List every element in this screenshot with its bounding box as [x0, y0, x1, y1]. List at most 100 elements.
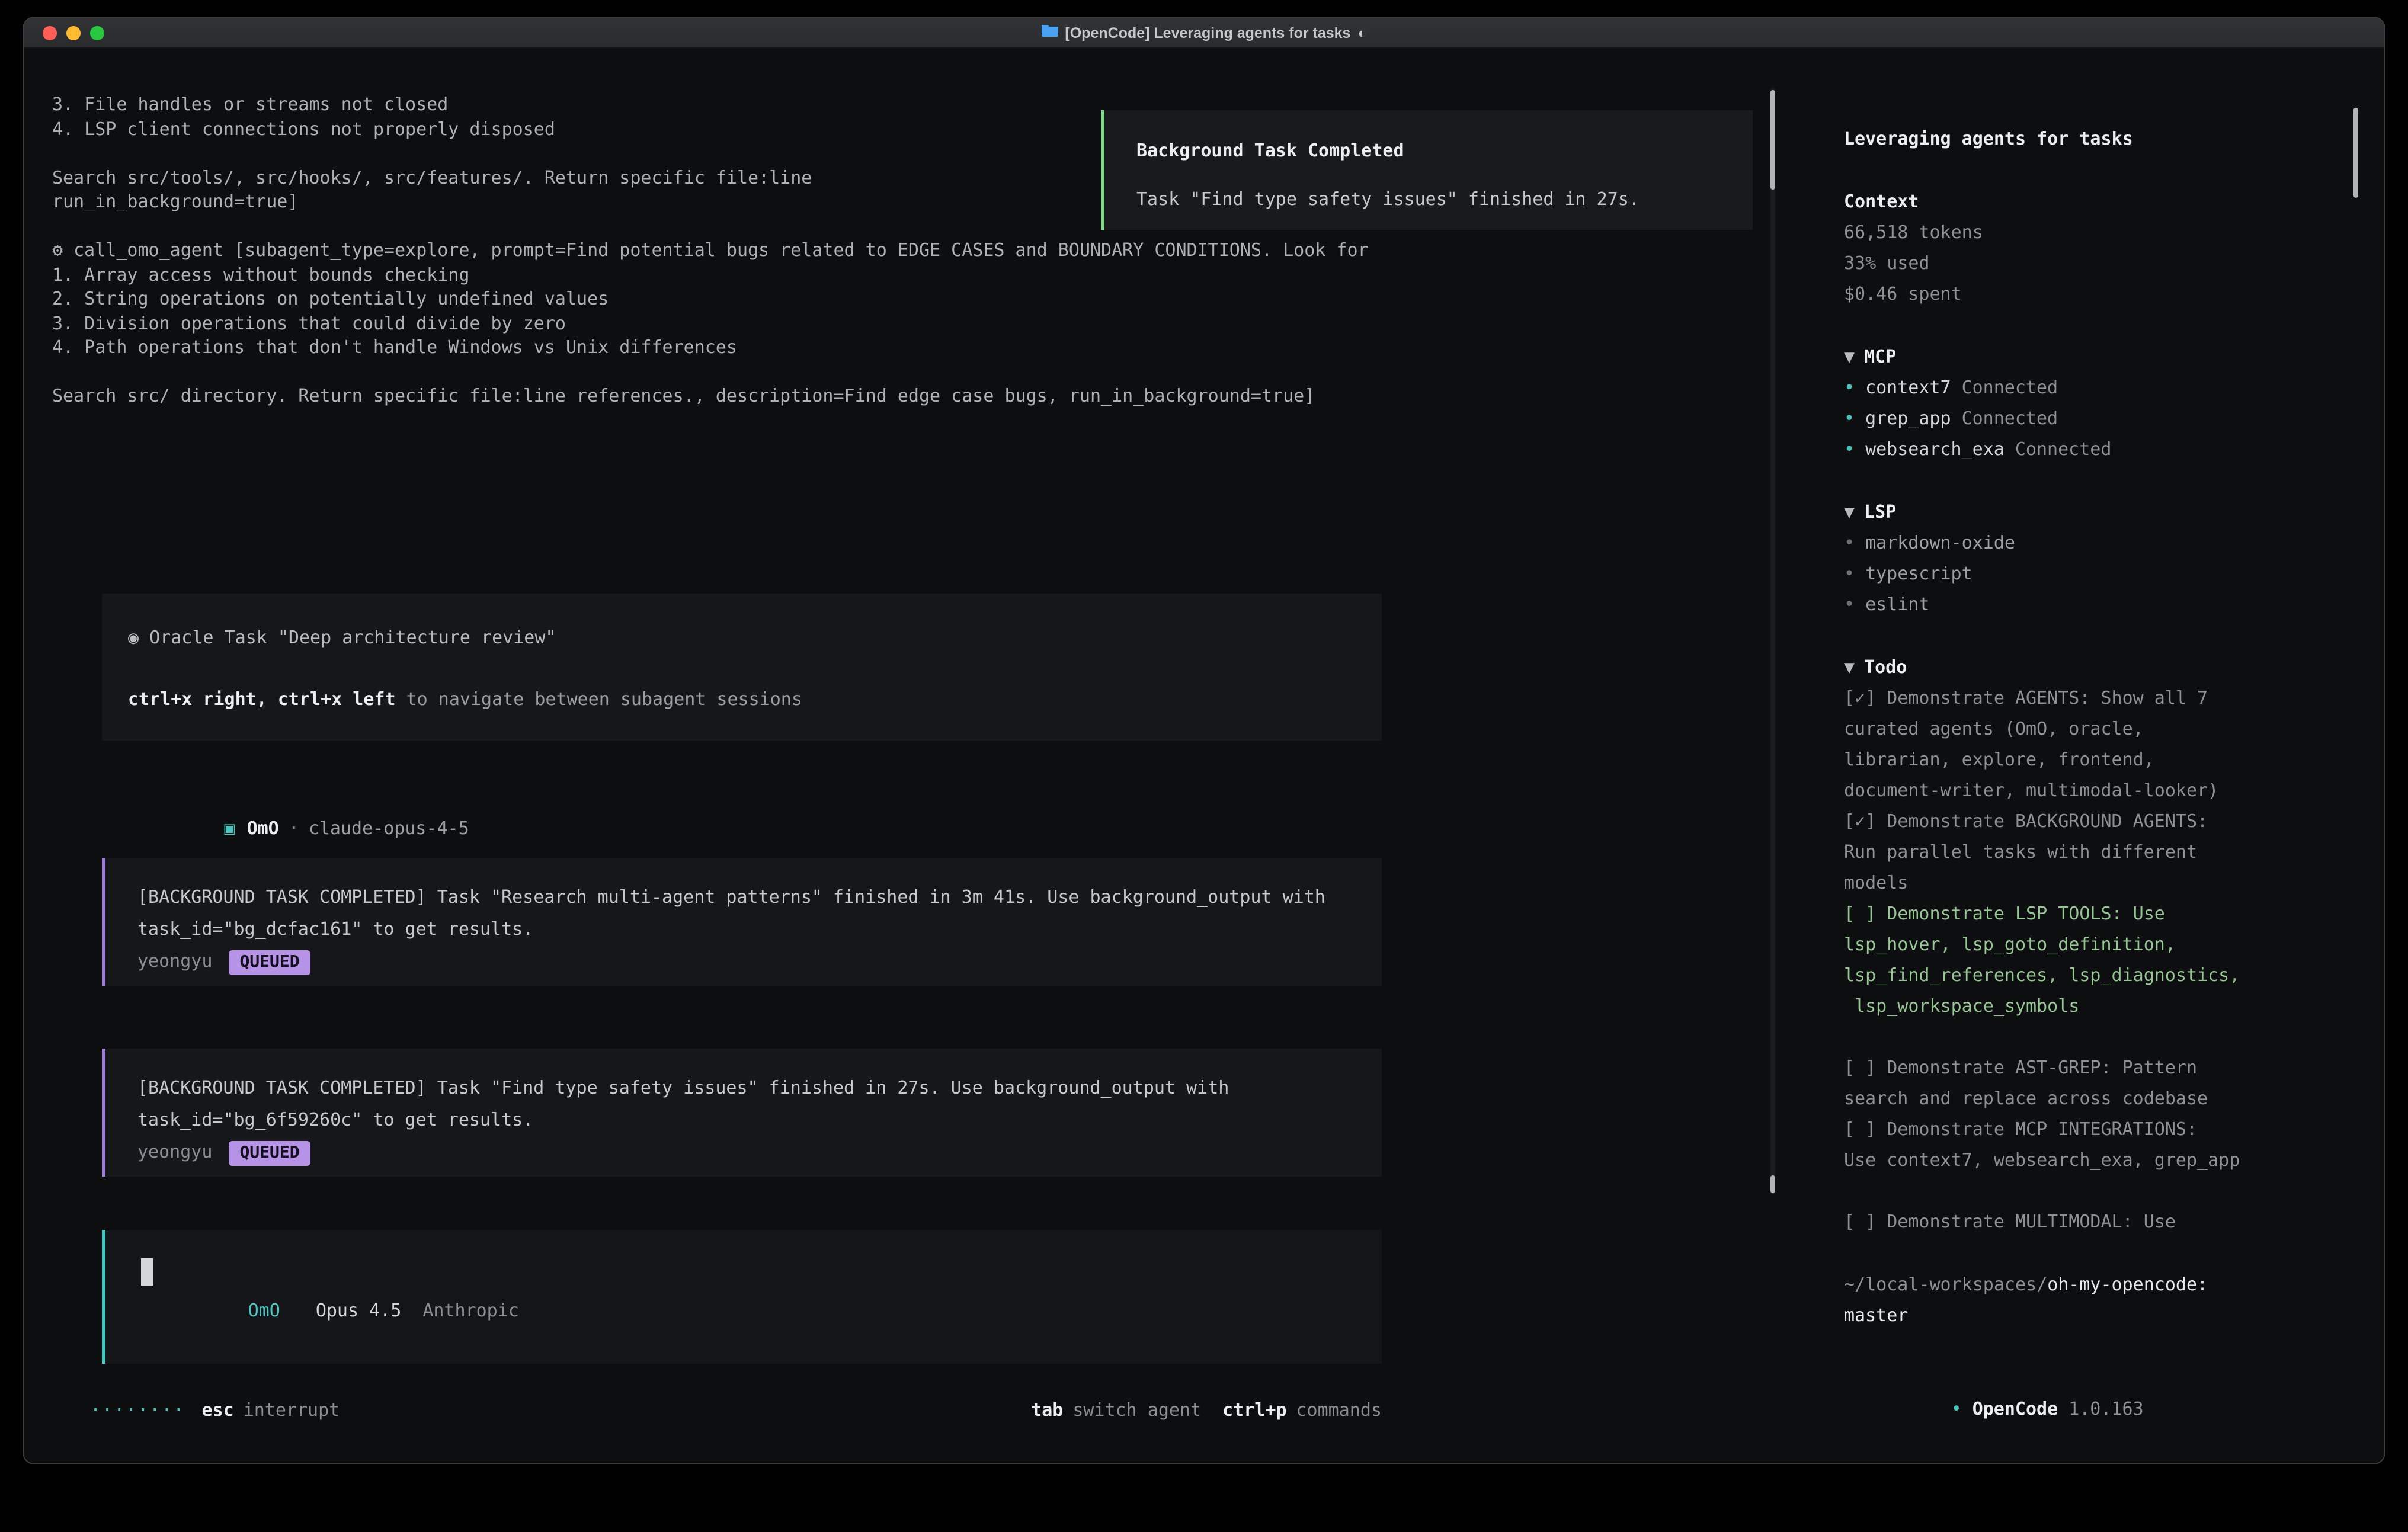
todo-line: Use context7, websearch_exa, grep_app	[1844, 1145, 2346, 1175]
oracle-task-title-row: ◉ Oracle Task "Deep architecture review"	[128, 626, 1382, 650]
close-button[interactable]	[43, 26, 57, 40]
chevron-down-icon: ▼	[1844, 346, 1855, 367]
message-text: task_id="bg_6f59260c" to get results.	[137, 1104, 1382, 1136]
minimize-button[interactable]	[66, 26, 81, 40]
message-text: [BACKGROUND TASK COMPLETED] Task "Find t…	[137, 1072, 1382, 1104]
todo-section-header[interactable]: ▼ Todo	[1844, 652, 2346, 682]
esc-key-hint: esc	[202, 1398, 234, 1423]
scrollback-line	[52, 360, 1369, 384]
message-text: [BACKGROUND TASK COMPLETED] Task "Resear…	[137, 882, 1382, 914]
message-card: [BACKGROUND TASK COMPLETED] Task "Find t…	[102, 1049, 1382, 1177]
workspace-path: ~/local-workspaces/oh-my-opencode:	[1844, 1269, 2346, 1300]
todo-line: [ ] Demonstrate MCP INTEGRATIONS:	[1844, 1114, 2346, 1145]
todo-line-active: lsp_find_references, lsp_diagnostics,	[1844, 960, 2346, 991]
esc-key-label: interrupt	[244, 1398, 340, 1423]
background-task-toast[interactable]: Background Task Completed Task "Find typ…	[1101, 110, 1753, 230]
todo-gap	[1844, 1175, 2346, 1206]
tool-call-line: ⚙ call_omo_agent [subagent_type=explore,…	[52, 238, 1369, 262]
mcp-status: Connected	[1962, 377, 2058, 398]
input-model-name: Opus 4.5	[316, 1300, 402, 1321]
message-text: task_id="bg_dcfac161" to get results.	[137, 914, 1382, 946]
mcp-heading: MCP	[1864, 346, 1896, 367]
context-heading: Context	[1844, 186, 2346, 217]
todo-line: document-writer, multimodal-looker)	[1844, 775, 2346, 806]
message-author: yeongyu	[137, 950, 212, 972]
main-scrollbar-thumb[interactable]	[1770, 90, 1775, 190]
todo-line: [ ] Demonstrate AST-GREP: Pattern	[1844, 1052, 2346, 1083]
todo-heading: Todo	[1864, 656, 1907, 678]
input-agent-name: OmO	[248, 1300, 280, 1321]
oracle-task-icon: ◉	[128, 627, 139, 648]
input-model-line: OmO Opus 4.5 Anthropic	[141, 1274, 519, 1348]
sidebar-scrollbar-thumb[interactable]	[2353, 108, 2358, 198]
chevron-down-icon: ▼	[1844, 501, 1855, 523]
opencode-name: OpenCode	[1972, 1398, 2058, 1419]
todo-line-active: lsp_hover, lsp_goto_definition,	[1844, 929, 2346, 960]
window-titlebar[interactable]: [OpenCode] Leveraging agents for tasks ◐	[24, 18, 2384, 49]
opencode-version-row: •OpenCode1.0.163	[1844, 1363, 2346, 1455]
context-section: Context 66,518 tokens 33% used $0.46 spe…	[1844, 186, 2346, 309]
input-provider-name: Anthropic	[422, 1300, 519, 1321]
mcp-section-header[interactable]: ▼ MCP	[1844, 341, 2346, 372]
workspace-repo: oh-my-opencode:	[2047, 1274, 2208, 1295]
separator-dot: ·	[289, 818, 299, 839]
mcp-status: Connected	[2015, 438, 2112, 460]
queued-badge: QUEUED	[229, 950, 310, 975]
session-title: Leveraging agents for tasks	[1844, 123, 2346, 154]
lsp-item: •eslint	[1844, 589, 2346, 620]
scrollback-line: Search src/ directory. Return specific f…	[52, 384, 1369, 408]
ctrlp-key-hint: ctrl+p	[1222, 1398, 1286, 1423]
bullet-icon: •	[1844, 563, 1855, 584]
subagent-nav-hint: to navigate between subagent sessions	[396, 688, 802, 710]
message-meta: yeongyu QUEUED	[137, 946, 1382, 977]
message-card: [BACKGROUND TASK COMPLETED] Task "Resear…	[102, 858, 1382, 986]
sidebar: Leveraging agents for tasks Context 66,5…	[1844, 123, 2346, 1455]
window-title: [OpenCode] Leveraging agents for tasks ◐	[1041, 24, 1366, 41]
todo-line: curated agents (OmO, oracle,	[1844, 713, 2346, 744]
ctrlp-key-label: commands	[1296, 1398, 1382, 1423]
bullet-icon: •	[1844, 377, 1855, 398]
agent-icon: ▣	[225, 818, 235, 839]
lsp-section-header[interactable]: ▼ LSP	[1844, 496, 2346, 527]
mcp-status: Connected	[1962, 408, 2058, 429]
desktop: [OpenCode] Leveraging agents for tasks ◐…	[0, 0, 2408, 1532]
scrollback-line: 4. Path operations that don't handle Win…	[52, 335, 1369, 360]
terminal-window: [OpenCode] Leveraging agents for tasks ◐…	[23, 17, 2385, 1464]
tab-key-hint: tab	[1031, 1398, 1063, 1423]
bullet-icon: •	[1844, 532, 1855, 553]
session-progress-icon: ◐	[1357, 24, 1366, 41]
scrollback-line: 1. Array access without bounds checking	[52, 262, 1369, 287]
chevron-down-icon: ▼	[1844, 656, 1855, 678]
lsp-heading: LSP	[1864, 501, 1896, 523]
status-bar-right: tab switch agent ctrl+p commands	[1031, 1398, 1382, 1423]
bullet-icon: •	[1844, 408, 1855, 429]
zoom-button[interactable]	[90, 26, 104, 40]
subagent-nav-keys: ctrl+x right, ctrl+x left	[128, 688, 396, 710]
scrollback-line: 3. Division operations that could divide…	[52, 311, 1369, 335]
traffic-lights	[43, 26, 104, 40]
mcp-section: ▼ MCP •context7Connected •grep_appConnect…	[1844, 341, 2346, 464]
prompt-input[interactable]: OmO Opus 4.5 Anthropic	[102, 1230, 1382, 1364]
opencode-version: 1.0.163	[2068, 1398, 2143, 1419]
context-tokens: 66,518 tokens	[1844, 217, 2346, 248]
message-author: yeongyu	[137, 1141, 212, 1162]
message-meta: yeongyu QUEUED	[137, 1136, 1382, 1168]
mcp-item: •context7Connected	[1844, 372, 2346, 403]
todo-line-active: lsp_workspace_symbols	[1844, 991, 2346, 1021]
folder-icon	[1041, 24, 1058, 41]
todo-line-active: [ ] Demonstrate LSP TOOLS: Use	[1844, 898, 2346, 929]
queued-badge: QUEUED	[229, 1141, 310, 1166]
todo-line: [✓] Demonstrate BACKGROUND AGENTS:	[1844, 806, 2346, 836]
bullet-icon: •	[1844, 438, 1855, 460]
lsp-item: •typescript	[1844, 558, 2346, 589]
main-scrollbar-track[interactable]	[1770, 88, 1775, 1194]
mcp-item: •grep_appConnected	[1844, 403, 2346, 434]
todo-gap	[1844, 1021, 2346, 1052]
spinner-dots: ········	[90, 1398, 185, 1423]
toast-title: Background Task Completed	[1136, 139, 1753, 164]
terminal-content: 3. File handles or streams not closed 4.…	[24, 49, 2384, 1463]
oracle-task-title: Oracle Task "Deep architecture review"	[139, 627, 556, 648]
main-scrollbar-thumb-bottom[interactable]	[1770, 1175, 1775, 1193]
todo-line: [ ] Demonstrate MULTIMODAL: Use	[1844, 1206, 2346, 1237]
agent-model: claude-opus-4-5	[309, 818, 469, 839]
